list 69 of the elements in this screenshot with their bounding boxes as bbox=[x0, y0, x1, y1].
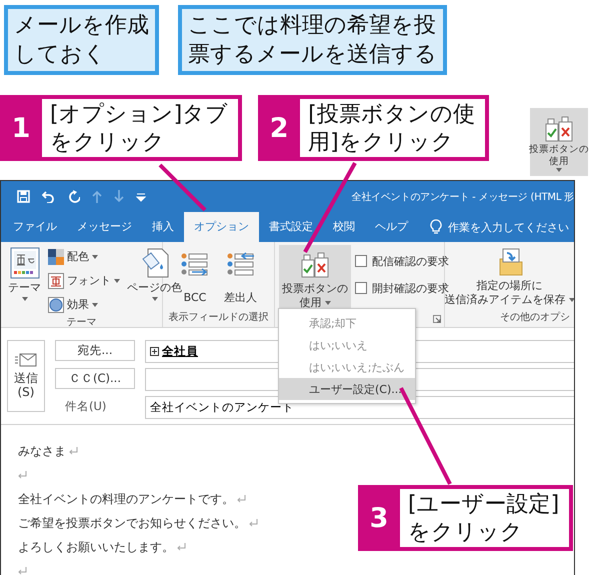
to-button[interactable]: 宛先... bbox=[55, 340, 135, 361]
caret-icon bbox=[556, 168, 562, 172]
return-mark-icon bbox=[18, 471, 27, 479]
step-number: 1 bbox=[10, 112, 32, 146]
ballot-box-icon bbox=[300, 250, 330, 280]
theme-button[interactable]: テーマ bbox=[5, 245, 44, 315]
redo-icon[interactable] bbox=[67, 190, 80, 203]
envelope-icon bbox=[15, 353, 37, 367]
tell-me-field[interactable]: 作業を入力してください bbox=[448, 220, 569, 234]
ribbon-tab[interactable]: 校閲 bbox=[323, 212, 365, 242]
caret-icon bbox=[92, 302, 98, 306]
checkbox-label: 開封確認の要求 bbox=[372, 280, 449, 294]
leader-line bbox=[158, 164, 206, 212]
page-color-icon bbox=[140, 247, 170, 279]
colors-button[interactable]: 配色 bbox=[48, 246, 120, 267]
body-text: よろしくお願いいたします。 bbox=[18, 538, 174, 556]
ribbon-tab[interactable]: ヘルプ bbox=[365, 212, 418, 242]
lightbulb-icon bbox=[430, 219, 442, 235]
expand-icon bbox=[150, 347, 159, 356]
fonts-button[interactable]: フォント bbox=[48, 270, 120, 291]
caret-icon bbox=[22, 297, 28, 301]
caret-icon bbox=[114, 278, 120, 282]
caret-icon bbox=[92, 254, 98, 258]
effects-icon bbox=[48, 296, 64, 312]
callout-text: [ユーザー設定] をクリック bbox=[400, 489, 570, 547]
return-mark-icon bbox=[249, 519, 258, 527]
checkbox[interactable] bbox=[355, 255, 367, 267]
save-icon[interactable] bbox=[17, 190, 30, 203]
return-mark-icon bbox=[69, 447, 78, 455]
from-button[interactable]: 差出人 bbox=[221, 245, 260, 310]
group-label: 表示フィールドの選択 bbox=[168, 310, 270, 325]
ballot-box-icon bbox=[544, 114, 574, 144]
note-text: ここでは料理の希望を投 票するメールを送信する bbox=[178, 5, 447, 75]
font-icon bbox=[48, 272, 64, 288]
body-text: ご希望を投票ボタンでお知らせください。 bbox=[18, 514, 246, 532]
effects-button[interactable]: 効果 bbox=[48, 294, 120, 315]
return-mark-icon bbox=[18, 567, 27, 575]
theme-icon bbox=[10, 247, 40, 279]
ribbon-tab[interactable]: ファイル bbox=[3, 212, 67, 242]
vote-button-preview: 投票ボタンの 使用 bbox=[530, 108, 588, 176]
caret-icon bbox=[324, 301, 330, 305]
send-button[interactable]: 送信 (S) bbox=[7, 340, 45, 412]
dialog-launcher-icon[interactable] bbox=[433, 315, 441, 323]
subject-label: 件名(U) bbox=[64, 398, 108, 415]
group-label: その他のオプシ bbox=[499, 310, 570, 325]
cc-button[interactable]: ＣＣ(C)... bbox=[55, 368, 135, 389]
ribbon-tab[interactable]: 挿入 bbox=[142, 212, 184, 242]
body-text: 全社イベントの料理のアンケートです。 bbox=[18, 490, 234, 508]
ribbon-tab[interactable]: 書式設定 bbox=[259, 212, 323, 242]
step-number: 3 bbox=[368, 502, 390, 536]
return-mark-icon bbox=[177, 543, 186, 551]
caret-icon bbox=[152, 297, 158, 301]
group-label: テーマ bbox=[66, 316, 98, 329]
window-title: 全社イベントのアンケート - メッセージ (HTML 形 bbox=[352, 190, 574, 204]
menu-item[interactable]: ユーザー設定(C)... bbox=[279, 378, 415, 400]
callout-text: [投票ボタンの使 用]をクリック bbox=[300, 99, 485, 157]
body-text: みなさま bbox=[18, 442, 66, 460]
checkbox[interactable] bbox=[355, 282, 367, 294]
caret-icon bbox=[568, 298, 574, 302]
ribbon-tab[interactable]: メッセージ bbox=[67, 212, 142, 242]
ribbon-tab[interactable]: オプション bbox=[184, 212, 259, 242]
step-number: 2 bbox=[268, 112, 290, 146]
undo-icon[interactable] bbox=[42, 190, 55, 203]
color-swatch-icon bbox=[48, 248, 64, 264]
return-mark-icon bbox=[237, 495, 246, 503]
customize-icon[interactable] bbox=[136, 192, 146, 202]
callout-text: [オプション]タブ をクリック bbox=[42, 99, 238, 157]
note-text: メールを作成 しておく bbox=[4, 5, 159, 75]
checkbox-label: 配信確認の要求 bbox=[372, 254, 449, 268]
